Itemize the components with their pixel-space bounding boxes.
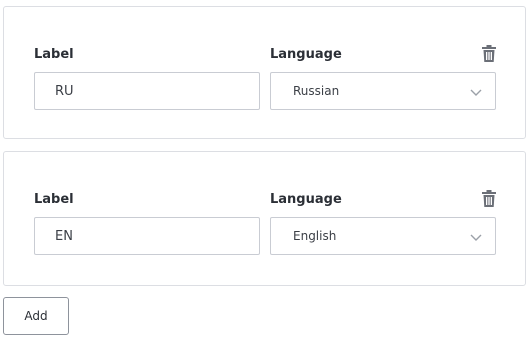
language-select-value: English [293, 229, 337, 243]
trash-icon[interactable] [482, 45, 496, 62]
label-input[interactable] [34, 72, 260, 110]
translation-row-card: Label Language Russian [3, 6, 526, 139]
label-input[interactable] [34, 217, 260, 255]
trash-icon[interactable] [482, 190, 496, 207]
chevron-down-icon [470, 234, 482, 241]
translations-form: Label Language Russian Label Language [0, 0, 531, 341]
translation-row-card: Label Language English [3, 151, 526, 286]
language-heading: Language [270, 47, 342, 62]
language-select[interactable]: English [270, 217, 496, 255]
language-select[interactable]: Russian [270, 72, 496, 110]
language-select-value: Russian [293, 84, 340, 98]
chevron-down-icon [470, 89, 482, 96]
add-button[interactable]: Add [3, 297, 69, 335]
label-heading: Label [34, 192, 74, 207]
language-heading: Language [270, 192, 342, 207]
label-heading: Label [34, 47, 74, 62]
